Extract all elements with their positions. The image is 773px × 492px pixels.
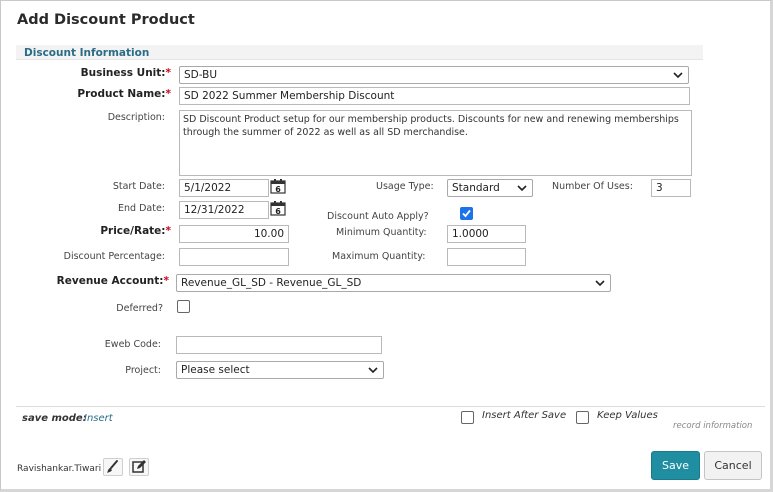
usage-type-label: Usage Type:	[376, 181, 434, 192]
project-label: Project:	[125, 365, 161, 376]
description-label: Description:	[107, 112, 165, 123]
maximum-quantity-label: Maximum Quantity:	[332, 251, 426, 262]
brush-button[interactable]	[103, 458, 123, 476]
chevron-down-icon	[595, 280, 605, 287]
discount-percentage-label: Discount Percentage:	[63, 251, 165, 262]
usage-type-select[interactable]: Standard	[447, 179, 533, 197]
insert-after-save-label: Insert After Save	[482, 410, 567, 421]
project-select[interactable]: Please select	[176, 361, 384, 379]
product-name-input[interactable]: SD 2022 Summer Membership Discount	[179, 87, 690, 105]
save-mode-label: save mode:	[22, 413, 87, 424]
start-date-input[interactable]: 5/1/2022	[179, 179, 269, 197]
eweb-code-input[interactable]	[176, 336, 382, 354]
number-of-uses-input[interactable]: 3	[651, 179, 691, 197]
deferred-checkbox[interactable]	[177, 300, 190, 313]
section-title: Discount Information	[24, 47, 150, 59]
calendar-icon[interactable]: 6	[270, 178, 286, 194]
edit-icon	[132, 460, 146, 473]
price-rate-input[interactable]: 10.00	[179, 225, 289, 243]
end-date-label: End Date:	[118, 203, 165, 214]
minimum-quantity-input[interactable]: 1.0000	[447, 225, 526, 243]
footer-divider	[16, 406, 765, 407]
chevron-down-icon	[673, 72, 683, 79]
save-button[interactable]: Save	[651, 451, 700, 480]
eweb-code-label: Eweb Code:	[104, 339, 161, 350]
chevron-down-icon	[368, 367, 378, 374]
check-icon	[462, 209, 471, 218]
price-rate-label: Price/Rate:*	[100, 225, 171, 237]
revenue-account-select[interactable]: Revenue_GL_SD - Revenue_GL_SD	[176, 274, 611, 292]
record-information-link[interactable]: record information	[673, 421, 752, 431]
current-user: Ravishankar.Tiwari	[17, 464, 102, 474]
keep-values-label: Keep Values	[597, 410, 658, 421]
start-date-label: Start Date:	[112, 181, 165, 192]
chevron-down-icon	[517, 185, 527, 192]
brush-icon	[107, 460, 118, 473]
dialog-title: Add Discount Product	[17, 12, 195, 28]
insert-after-save-checkbox[interactable]	[461, 411, 474, 424]
calendar-icon[interactable]: 6	[270, 200, 286, 216]
deferred-label: Deferred?	[116, 303, 163, 314]
number-of-uses-label: Number Of Uses:	[552, 181, 633, 192]
revenue-account-label: Revenue Account:*	[56, 275, 169, 287]
business-unit-select[interactable]: SD-BU	[179, 66, 689, 84]
minimum-quantity-label: Minimum Quantity:	[336, 227, 427, 238]
product-name-label: Product Name:*	[77, 88, 171, 100]
svg-text:6: 6	[275, 185, 281, 194]
cancel-button[interactable]: Cancel	[704, 451, 762, 480]
maximum-quantity-input[interactable]	[447, 248, 526, 266]
business-unit-label: Business Unit:*	[80, 67, 171, 79]
end-date-input[interactable]: 12/31/2022	[179, 201, 269, 219]
keep-values-checkbox[interactable]	[576, 411, 589, 424]
save-mode-insert-link[interactable]: Insert	[84, 413, 113, 424]
discount-auto-apply-checkbox[interactable]	[460, 207, 473, 220]
edit-button[interactable]	[129, 458, 149, 476]
discount-auto-apply-label: Discount Auto Apply?	[327, 211, 429, 222]
svg-text:6: 6	[275, 207, 281, 216]
discount-percentage-input[interactable]	[179, 248, 289, 266]
description-textarea[interactable]: SD Discount Product setup for our member…	[179, 110, 692, 176]
